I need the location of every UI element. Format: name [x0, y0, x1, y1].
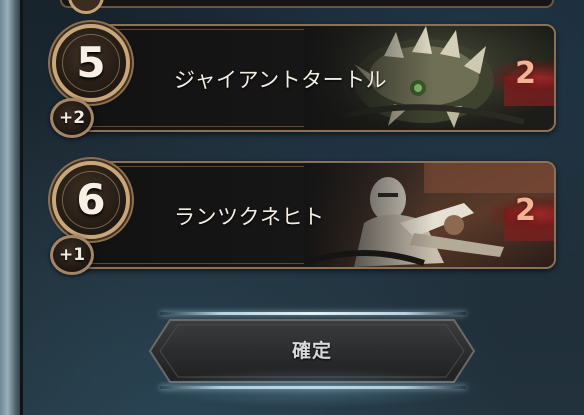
card-name: ジャイアントタートル	[174, 68, 388, 92]
cost-medal: 5	[52, 24, 130, 102]
cost-medal: 6	[52, 161, 130, 239]
bonus-value: +2	[58, 108, 86, 128]
card-count: 2	[515, 56, 536, 91]
previous-card-medal	[68, 0, 104, 14]
bonus-value: +1	[58, 245, 86, 265]
left-panel-edge	[20, 0, 23, 415]
cost-value: 5	[76, 38, 106, 87]
left-panel-rail	[0, 0, 22, 415]
confirm-divider-top	[160, 312, 466, 315]
card-count: 2	[515, 193, 536, 228]
previous-card-edge	[60, 0, 554, 8]
card-frame: ランツクネヒト 2	[68, 161, 556, 269]
cost-value: 6	[76, 175, 106, 224]
mist-effect	[150, 368, 480, 408]
card-frame: ジャイアントタートル 2	[68, 24, 556, 132]
unit-card-landsknecht[interactable]: ランツクネヒト 2 6 +1	[46, 157, 556, 275]
card-name: ランツクネヒト	[174, 205, 325, 229]
unit-card-giant-turtle[interactable]: ジャイアントタートル 2 5 +2	[46, 20, 556, 138]
bonus-badge: +1	[50, 235, 94, 275]
bonus-badge: +2	[50, 98, 94, 138]
